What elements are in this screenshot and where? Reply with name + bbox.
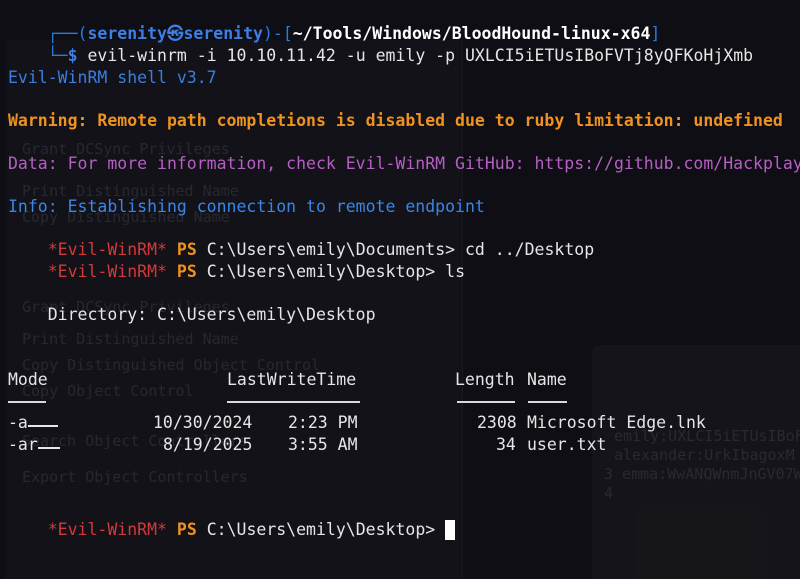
col-underline-length	[457, 401, 515, 403]
ps-label: PS	[176, 262, 197, 281]
warning-message: Warning: Remote path completions is disa…	[8, 111, 783, 130]
info-message: Info: Establishing connection to remote …	[8, 197, 485, 216]
row-date: 10/30/2024	[153, 413, 253, 432]
row-time: 3:55 AM	[288, 435, 358, 454]
col-underline-name	[528, 401, 567, 403]
ps-command: cd ../Desktop	[455, 240, 595, 259]
terminal-output[interactable]: ┌──(serenity㉿serenity)-[~/Tools/Windows/…	[8, 0, 800, 579]
shell-command-line: └─$ evil-winrm -i 10.10.11.42 -u emily -…	[8, 24, 753, 65]
ps-command: ls	[435, 262, 466, 281]
col-header-length: Length	[455, 370, 515, 389]
row-name: Microsoft Edge.lnk	[527, 413, 706, 432]
data-message: Data: For more information, check Evil-W…	[8, 154, 800, 173]
evil-winrm-prefix: *Evil-WinRM*	[47, 262, 167, 281]
ps-path: C:\Users\emily\Desktop>	[196, 520, 436, 539]
prompt-dollar: $	[67, 46, 78, 65]
col-header-name: Name	[527, 370, 567, 389]
col-underline-mode	[8, 401, 46, 403]
shell-prompt-header: ┌──(serenity㉿serenity)-[~/Tools/Windows/…	[8, 2, 661, 43]
row-date: 8/19/2025	[163, 435, 253, 454]
col-underline-lastwritetime	[227, 401, 360, 403]
col-header-mode: Mode	[8, 370, 48, 389]
ps-prompt-active[interactable]: *Evil-WinRM* PS C:\Users\emily\Desktop>	[8, 498, 456, 540]
ps-prompt-line: *Evil-WinRM* PS C:\Users\emily\Documents…	[8, 218, 594, 259]
prompt-corner: └─	[47, 46, 68, 65]
row-length: 34	[496, 435, 516, 454]
command-text: evil-winrm -i 10.10.11.42 -u emily -p UX…	[77, 46, 754, 65]
row-name: user.txt	[527, 435, 607, 454]
evil-winrm-prefix: *Evil-WinRM*	[47, 520, 167, 539]
ps-path: C:\Users\emily\Desktop>	[196, 262, 436, 281]
shell-banner: Evil-WinRM shell v3.7	[8, 68, 217, 87]
row-length: 2308	[477, 413, 517, 432]
ps-prompt-line: *Evil-WinRM* PS C:\Users\emily\Desktop> …	[8, 240, 465, 281]
row-mode: -ar	[8, 434, 60, 455]
row-time: 2:23 PM	[288, 413, 358, 432]
row-mode: -a	[8, 412, 58, 433]
ps-label: PS	[176, 520, 197, 539]
col-header-lastwritetime: LastWriteTime	[227, 370, 357, 389]
text-cursor[interactable]	[445, 519, 456, 540]
directory-header: Directory: C:\Users\emily\Desktop	[8, 305, 376, 324]
